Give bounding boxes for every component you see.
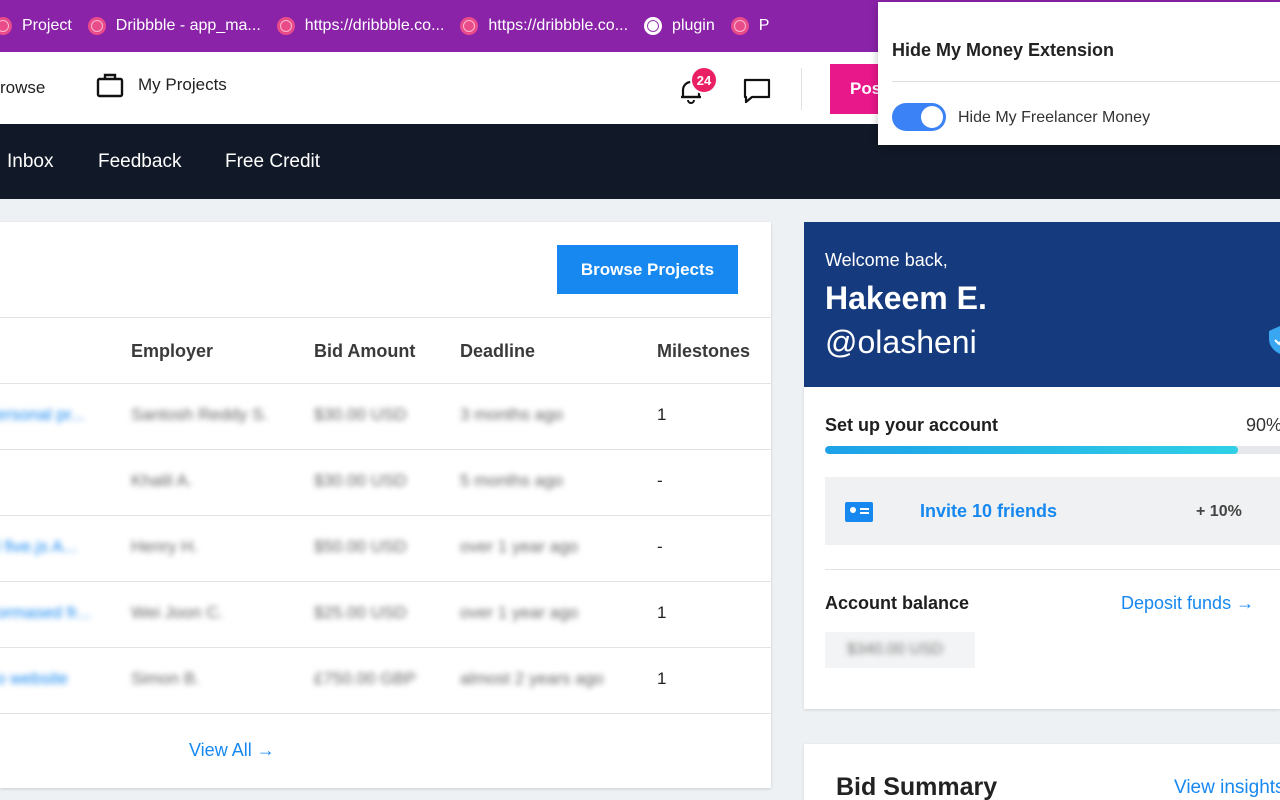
bid-cell: $30.00 USD (314, 405, 407, 424)
briefcase-icon (96, 73, 124, 98)
nav-my-projects-link[interactable]: My Projects (96, 72, 227, 98)
project-link[interactable]: ersonal pr... (0, 405, 85, 425)
account-balance-value: $340.00 USD (847, 641, 944, 658)
table-row[interactable]: o website Simon B. £750.00 GBP almost 2 … (0, 647, 771, 713)
account-balance-label: Account balance (825, 593, 970, 613)
bid-summary-card: Bid Summary View insights (804, 744, 1280, 800)
table-row[interactable]: Khalil A. $30.00 USD 5 months ago - (0, 449, 771, 515)
subnav-inbox[interactable]: Inbox (7, 151, 53, 173)
globe-icon (644, 17, 663, 35)
project-link[interactable]: o website (0, 669, 68, 689)
milestones-cell: - (657, 537, 663, 556)
dribbble-icon (0, 17, 12, 35)
bid-cell: £750.00 GBP (314, 669, 417, 688)
deadline-cell: 3 months ago (460, 405, 564, 424)
milestones-cell: - (657, 471, 663, 490)
deadline-cell: 5 months ago (460, 471, 564, 490)
dribbble-icon (460, 17, 479, 35)
invite-bonus: + 10% (1196, 503, 1242, 520)
account-divider (825, 569, 1280, 570)
account-balance-value-box: $340.00 USD (825, 632, 975, 668)
employer-cell: Wei Joon C. (131, 603, 224, 622)
deposit-funds-link[interactable]: Deposit funds → (1121, 593, 1254, 614)
bookmark-item[interactable]: Project (0, 17, 72, 35)
bookmark-item[interactable]: P (730, 17, 770, 35)
row-divider (0, 713, 771, 714)
bookmark-label: Dribbble - app_ma... (115, 17, 261, 34)
dribbble-icon (730, 17, 749, 35)
view-all-link[interactable]: View All → (189, 740, 275, 761)
popup-divider (892, 81, 1280, 82)
toggle-knob (921, 106, 943, 128)
hide-money-toggle[interactable] (892, 103, 946, 131)
toggle-label: Hide My Freelancer Money (958, 109, 1151, 126)
bookmark-item[interactable]: plugin (644, 17, 715, 35)
dribbble-icon (87, 17, 106, 35)
column-header-milestones: Milestones (657, 341, 751, 361)
subnav-feedback[interactable]: Feedback (98, 151, 181, 173)
account-card: Set up your account 90% Invite 10 friend… (804, 387, 1280, 709)
user-name: Hakeem E. (825, 280, 987, 316)
chat-icon[interactable] (742, 76, 772, 106)
extension-popup: Hide My Money Extension Hide My Freelanc… (878, 2, 1280, 145)
deadline-cell: over 1 year ago (460, 603, 579, 622)
column-header-deadline: Deadline (460, 341, 536, 361)
projects-card: Browse Projects Employer Bid Amount Dead… (0, 222, 771, 788)
nav-browse-link[interactable]: rowse (0, 78, 45, 98)
nav-divider (801, 68, 802, 110)
bid-summary-title: Bid Summary (836, 773, 998, 800)
bid-cell: $25.00 USD (314, 603, 407, 622)
card-divider (0, 317, 771, 318)
bookmark-item[interactable]: https://dribbble.co... (460, 17, 628, 35)
deadline-cell: almost 2 years ago (460, 669, 604, 688)
employer-cell: Khalil A. (131, 471, 193, 490)
milestones-cell: 1 (657, 603, 667, 622)
column-header-bid-amount: Bid Amount (314, 341, 416, 361)
milestones-cell: 1 (657, 405, 667, 424)
bookmark-label: plugin (672, 17, 715, 34)
bid-cell: $50.00 USD (314, 537, 407, 556)
setup-progress-fill (825, 446, 1239, 454)
bookmark-label: P (758, 17, 770, 34)
table-row[interactable]: ersonal pr... Santosh Reddy S. $30.00 US… (0, 383, 771, 449)
browse-projects-button[interactable]: Browse Projects (557, 245, 738, 294)
bid-cell: $30.00 USD (314, 471, 407, 490)
view-insights-link[interactable]: View insights (1174, 777, 1280, 799)
popup-title: Hide My Money Extension (892, 40, 1115, 60)
contact-card-icon (845, 502, 873, 522)
setup-progress-text: 90% (1246, 415, 1280, 435)
column-header-employer: Employer (131, 341, 214, 361)
invite-friends-row[interactable]: Invite 10 friends + 10% (825, 477, 1280, 545)
project-link[interactable]: ormased fr... (0, 603, 90, 623)
bookmark-label: https://dribbble.co... (304, 17, 445, 34)
setup-progress-bar (825, 446, 1280, 454)
milestones-cell: 1 (657, 669, 667, 688)
subnav-free-credit[interactable]: Free Credit (225, 151, 320, 173)
project-link[interactable]: l five.js A... (0, 537, 77, 557)
bookmark-label: Project (22, 17, 72, 34)
table-row[interactable]: ormased fr... Wei Joon C. $25.00 USD ove… (0, 581, 771, 647)
notification-badge: 24 (690, 66, 718, 94)
welcome-card: Welcome back, Hakeem E. @olasheni (804, 222, 1280, 387)
bookmark-item[interactable]: Dribbble - app_ma... (87, 17, 261, 35)
welcome-greeting: Welcome back, (825, 250, 948, 270)
dribbble-icon (276, 17, 295, 35)
employer-cell: Henry H. (131, 537, 199, 556)
verified-shield-icon (1269, 326, 1280, 354)
employer-cell: Santosh Reddy S. (131, 405, 269, 424)
deadline-cell: over 1 year ago (460, 537, 579, 556)
table-row[interactable]: l five.js A... Henry H. $50.00 USD over … (0, 515, 771, 581)
invite-friends-link[interactable]: Invite 10 friends (920, 501, 1057, 522)
user-handle: @olasheni (825, 324, 977, 360)
employer-cell: Simon B. (131, 669, 200, 688)
bookmark-label: https://dribbble.co... (488, 17, 629, 34)
nav-my-projects-label: My Projects (138, 75, 227, 94)
bookmark-item[interactable]: https://dribbble.co... (276, 17, 445, 35)
setup-account-label: Set up your account (825, 415, 999, 435)
